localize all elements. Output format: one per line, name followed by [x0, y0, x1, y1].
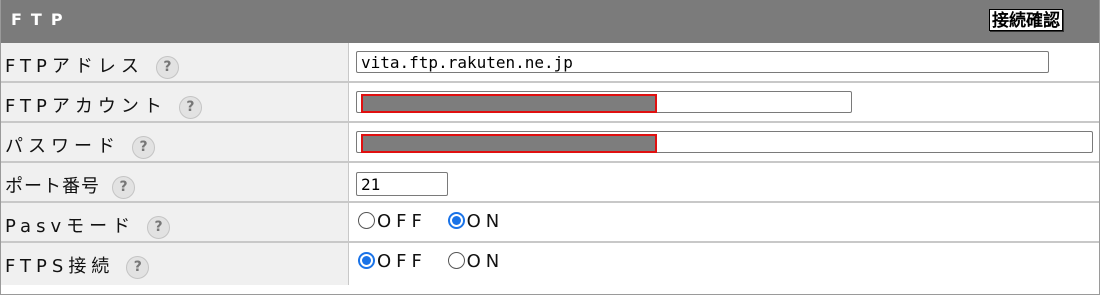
row-ftps: FTPS接続? OFF ON: [1, 243, 1099, 285]
value-cell: [350, 123, 1099, 161]
value-cell: [350, 43, 1099, 81]
pasv-on-label[interactable]: ON: [467, 211, 505, 232]
row-password: パスワード?: [1, 123, 1099, 163]
help-icon[interactable]: ?: [178, 95, 202, 119]
help-icon[interactable]: ?: [112, 175, 135, 199]
label-cell: FTPS接続?: [1, 243, 349, 285]
label-cell: ポート番号?: [1, 163, 349, 201]
label-cell: Pasvモード?: [1, 203, 349, 241]
value-cell: [350, 83, 1099, 121]
section-header: FTP 接続確認: [1, 0, 1099, 43]
value-cell: OFF ON: [350, 243, 1099, 285]
help-icon[interactable]: ?: [126, 255, 150, 279]
help-icon[interactable]: ?: [147, 215, 171, 239]
connection-test-button[interactable]: 接続確認: [989, 9, 1063, 31]
ftps-label: FTPS接続: [5, 256, 115, 277]
ftps-off-radio[interactable]: [358, 252, 375, 269]
ftps-on-label[interactable]: ON: [467, 251, 505, 272]
ftp-settings-panel: FTP 接続確認 FTPアドレス? FTPアカウント? パスワード?: [0, 0, 1100, 295]
label-cell: パスワード?: [1, 123, 349, 161]
row-pasv-mode: Pasvモード? OFF ON: [1, 203, 1099, 243]
settings-table: FTPアドレス? FTPアカウント? パスワード?: [1, 43, 1099, 285]
section-title: FTP: [11, 10, 72, 29]
help-icon[interactable]: ?: [155, 55, 179, 79]
value-cell: [350, 163, 1099, 201]
pasv-mode-radio-group: OFF ON: [358, 211, 514, 232]
pasv-off-radio[interactable]: [358, 212, 375, 229]
label-cell: FTPアカウント?: [1, 83, 349, 121]
ftp-account-input[interactable]: [356, 91, 852, 113]
port-input[interactable]: [356, 172, 448, 196]
row-ftp-address: FTPアドレス?: [1, 43, 1099, 83]
pasv-off-label[interactable]: OFF: [377, 211, 427, 232]
ftps-off-label[interactable]: OFF: [377, 251, 427, 272]
row-port: ポート番号?: [1, 163, 1099, 203]
row-ftp-account: FTPアカウント?: [1, 83, 1099, 123]
value-cell: OFF ON: [350, 203, 1099, 241]
ftps-on-radio[interactable]: [447, 252, 465, 269]
help-icon[interactable]: ?: [132, 135, 155, 159]
ftp-address-input[interactable]: [356, 51, 1049, 73]
password-label: パスワード: [5, 136, 120, 157]
ftp-account-label: FTPアカウント: [5, 96, 167, 117]
pasv-on-radio[interactable]: [447, 212, 465, 229]
port-label: ポート番号: [5, 176, 100, 197]
ftp-address-label: FTPアドレス: [5, 56, 144, 77]
label-cell: FTPアドレス?: [1, 43, 349, 81]
password-input[interactable]: [356, 131, 1093, 153]
pasv-mode-label: Pasvモード: [5, 216, 136, 237]
redacted-value: [361, 94, 657, 113]
redacted-value: [361, 134, 657, 153]
ftps-radio-group: OFF ON: [358, 251, 514, 272]
